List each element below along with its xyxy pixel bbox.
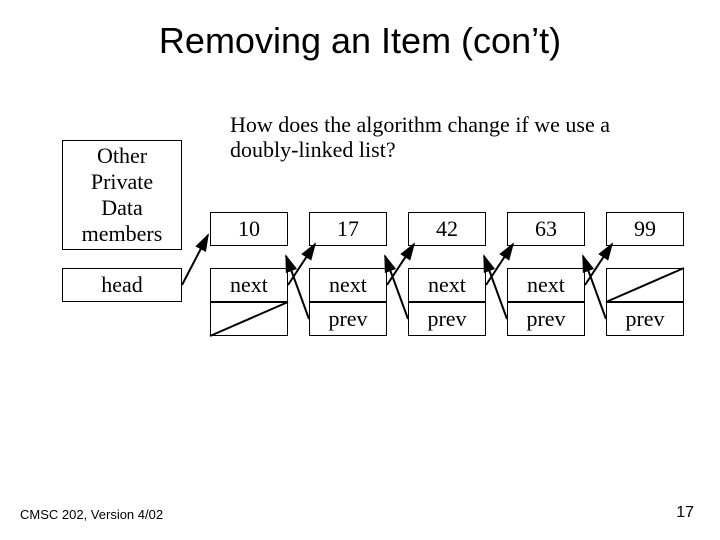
page-number: 17 [676, 504, 694, 522]
node-next-label: next [408, 268, 486, 302]
node-prev-label: prev [507, 302, 585, 336]
node-next-label: next [309, 268, 387, 302]
node-next-null [606, 268, 684, 302]
members-box: Other Private Data members [62, 140, 182, 250]
node-value: 42 [408, 212, 486, 246]
node-prev-label: prev [606, 302, 684, 336]
node-next-label: next [210, 268, 288, 302]
node-prev-label: prev [408, 302, 486, 336]
node-value: 17 [309, 212, 387, 246]
node-next-label: next [507, 268, 585, 302]
node-value: 99 [606, 212, 684, 246]
node-value: 10 [210, 212, 288, 246]
node-prev-null [210, 302, 288, 336]
node-prev-label: prev [309, 302, 387, 336]
question-text: How does the algorithm change if we use … [230, 112, 650, 163]
slide-title: Removing an Item (con’t) [0, 20, 720, 62]
node-value: 63 [507, 212, 585, 246]
footer-left: CMSC 202, Version 4/02 [20, 507, 163, 522]
head-box: head [62, 268, 182, 302]
